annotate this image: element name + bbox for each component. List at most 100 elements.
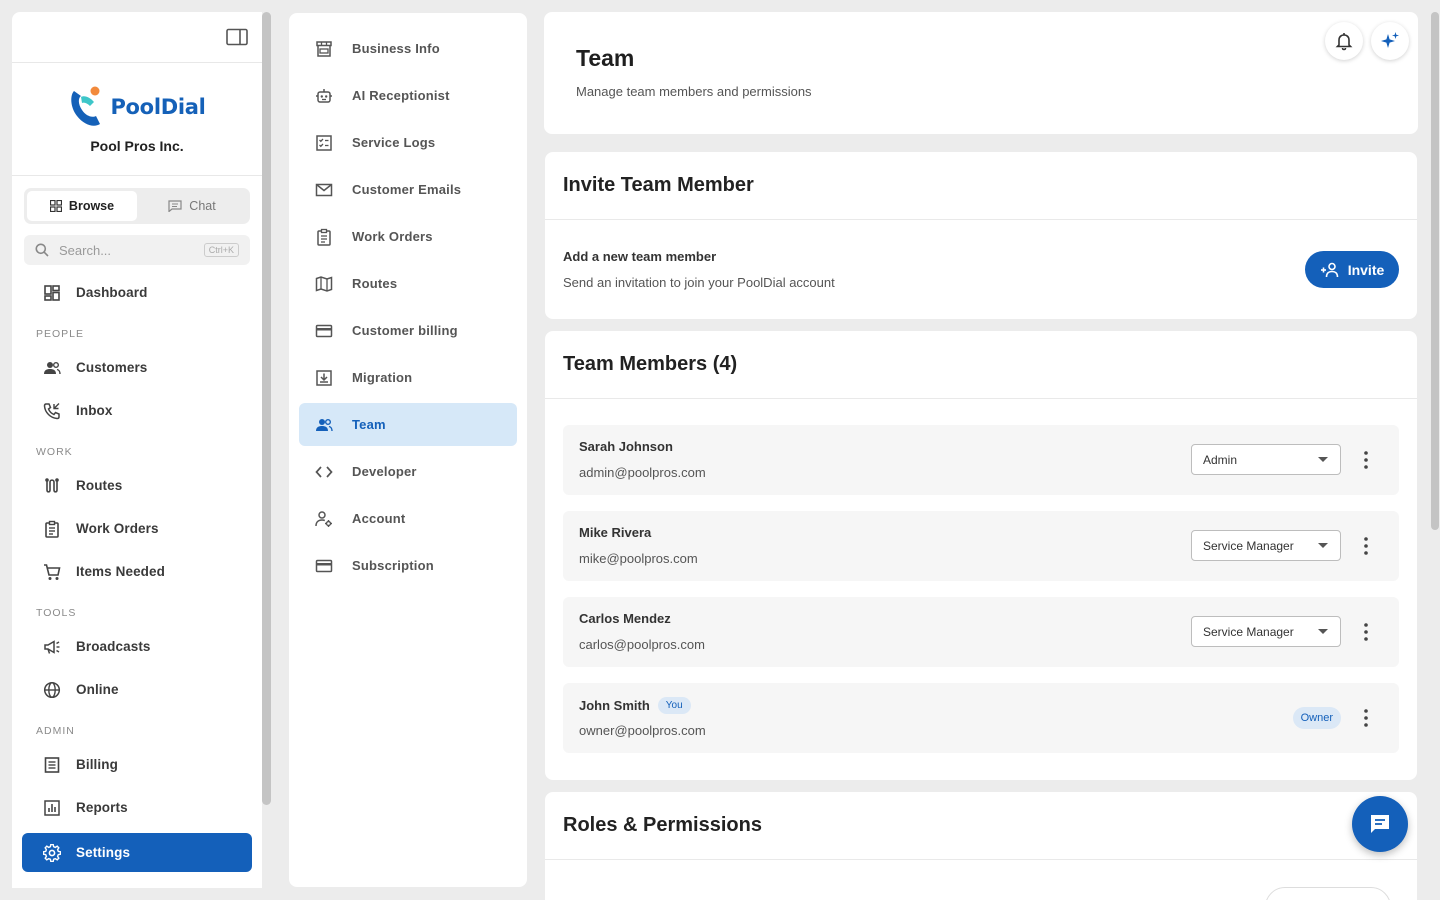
cart-icon xyxy=(44,563,61,580)
role-select-value: Service Manager xyxy=(1203,538,1294,553)
team-member-row: Mike Rivera mike@poolpros.com Service Ma… xyxy=(563,511,1399,581)
envelope-icon xyxy=(315,183,333,196)
team-member-row: Sarah Johnson admin@poolpros.com Admin xyxy=(563,425,1399,495)
organization-name: Pool Pros Inc. xyxy=(90,138,184,154)
browse-mode-button[interactable]: Browse xyxy=(27,191,137,221)
search-shortcut-hint: Ctrl+K xyxy=(203,243,239,257)
settings-item-label: Subscription xyxy=(352,558,434,573)
credit-card-icon xyxy=(315,324,333,337)
clipboard-icon xyxy=(45,520,59,538)
settings-item-work-orders[interactable]: Work Orders xyxy=(299,215,517,258)
settings-item-label: Customer billing xyxy=(352,323,458,338)
member-options-button[interactable] xyxy=(1357,622,1375,642)
team-members-card: Team Members (4) Sarah Johnson admin@poo… xyxy=(545,331,1417,780)
chat-mode-button[interactable]: Chat xyxy=(137,191,247,221)
sidebar-item-label: Inbox xyxy=(76,403,113,418)
bar-chart-icon xyxy=(44,799,60,816)
member-options-button[interactable] xyxy=(1357,536,1375,556)
settings-item-label: Migration xyxy=(352,370,413,385)
invite-button[interactable]: Invite xyxy=(1305,251,1399,288)
settings-item-customer-billing[interactable]: Customer billing xyxy=(299,309,517,352)
settings-item-subscription[interactable]: Subscription xyxy=(299,544,517,587)
role-select[interactable]: Admin xyxy=(1191,444,1341,475)
sidebar-item-routes[interactable]: Routes xyxy=(12,464,262,507)
settings-item-label: Customer Emails xyxy=(352,182,462,197)
member-email: owner@poolpros.com xyxy=(579,723,706,738)
member-options-button[interactable] xyxy=(1357,450,1375,470)
page-subtitle: Manage team members and permissions xyxy=(576,84,812,99)
route-icon xyxy=(45,477,59,493)
chevron-down-icon xyxy=(1318,457,1328,462)
sidebar-item-label: Reports xyxy=(76,800,128,815)
credit-card-icon xyxy=(315,559,333,572)
chevron-down-icon xyxy=(1318,543,1328,548)
settings-item-business-info[interactable]: Business Info xyxy=(299,27,517,70)
pooldial-logo[interactable]: PoolDial xyxy=(68,85,206,129)
sidebar-scrollbar[interactable] xyxy=(262,12,271,805)
settings-item-customer-emails[interactable]: Customer Emails xyxy=(299,168,517,211)
megaphone-icon xyxy=(44,639,60,654)
settings-item-service-logs[interactable]: Service Logs xyxy=(299,121,517,164)
globe-icon xyxy=(43,681,61,698)
notifications-button[interactable] xyxy=(1325,22,1363,60)
settings-item-label: Account xyxy=(352,511,406,526)
more-vertical-icon xyxy=(1364,623,1368,641)
sidebar-item-label: Work Orders xyxy=(76,521,159,536)
chat-fab-button[interactable] xyxy=(1352,796,1408,852)
settings-item-migration[interactable]: Migration xyxy=(299,356,517,399)
sidebar-item-items-needed[interactable]: Items Needed xyxy=(12,550,262,593)
owner-role-badge: Owner xyxy=(1292,707,1341,729)
section-work: WORK xyxy=(36,446,73,458)
you-badge: You xyxy=(657,697,691,714)
grid-icon xyxy=(49,200,62,212)
main-scrollbar[interactable] xyxy=(1431,12,1439,530)
dashboard-icon xyxy=(44,284,60,301)
main-sidebar: PoolDial Pool Pros Inc. Browse Chat Sear… xyxy=(12,12,262,888)
role-select[interactable]: Service Manager xyxy=(1191,530,1341,561)
sidebar-item-broadcasts[interactable]: Broadcasts xyxy=(12,625,262,668)
sidebar-item-work-orders[interactable]: Work Orders xyxy=(12,507,262,550)
sidebar-item-customers[interactable]: Customers xyxy=(12,346,262,389)
import-icon xyxy=(316,369,332,386)
sidebar-item-reports[interactable]: Reports xyxy=(12,786,262,829)
member-options-button[interactable] xyxy=(1357,708,1375,728)
sidebar-item-dashboard[interactable]: Dashboard xyxy=(12,271,262,314)
sidebar-item-label: Dashboard xyxy=(76,285,148,300)
more-vertical-icon xyxy=(1364,537,1368,555)
page-header-card: Team Manage team members and permissions xyxy=(544,12,1418,134)
sidebar-top-bar xyxy=(12,12,262,63)
search-input[interactable]: Search... xyxy=(59,243,194,258)
settings-item-routes[interactable]: Routes xyxy=(299,262,517,305)
member-name: John Smith You xyxy=(579,697,691,714)
chevron-down-icon xyxy=(1318,629,1328,634)
phone-logo-icon xyxy=(71,86,101,126)
sidebar-item-settings[interactable]: Settings xyxy=(22,833,252,872)
add-user-icon xyxy=(1320,262,1339,277)
chat-bubble-icon xyxy=(168,200,182,212)
settings-item-account[interactable]: Account xyxy=(299,497,517,540)
sidebar-item-label: Settings xyxy=(76,845,131,860)
team-member-row: Carlos Mendez carlos@poolpros.com Servic… xyxy=(563,597,1399,667)
sparkle-icon xyxy=(1381,32,1399,48)
sidebar-item-online[interactable]: Online xyxy=(12,668,262,711)
sidebar-item-inbox[interactable]: Inbox xyxy=(12,389,262,432)
settings-item-label: Service Logs xyxy=(352,135,436,150)
sidebar-toggle-icon[interactable] xyxy=(226,28,248,46)
settings-item-team[interactable]: Team xyxy=(299,403,517,446)
user-gear-icon xyxy=(315,510,332,527)
sidebar-item-billing[interactable]: Billing xyxy=(12,743,262,786)
role-select[interactable]: Service Manager xyxy=(1191,616,1341,647)
roles-action-button[interactable] xyxy=(1265,887,1391,900)
robot-icon xyxy=(316,88,332,103)
settings-item-ai-receptionist[interactable]: AI Receptionist xyxy=(299,74,517,117)
browse-label: Browse xyxy=(68,199,115,213)
map-icon xyxy=(315,275,333,292)
page-title: Team xyxy=(576,45,635,71)
logo-wordmark: PoolDial xyxy=(110,95,206,119)
sidebar-search[interactable]: Search... Ctrl+K xyxy=(24,235,250,265)
chat-label: Chat xyxy=(189,199,216,213)
invoice-icon xyxy=(44,756,60,773)
settings-item-developer[interactable]: Developer xyxy=(299,450,517,493)
ai-assistant-button[interactable] xyxy=(1371,22,1409,60)
member-name: Sarah Johnson xyxy=(579,439,673,454)
